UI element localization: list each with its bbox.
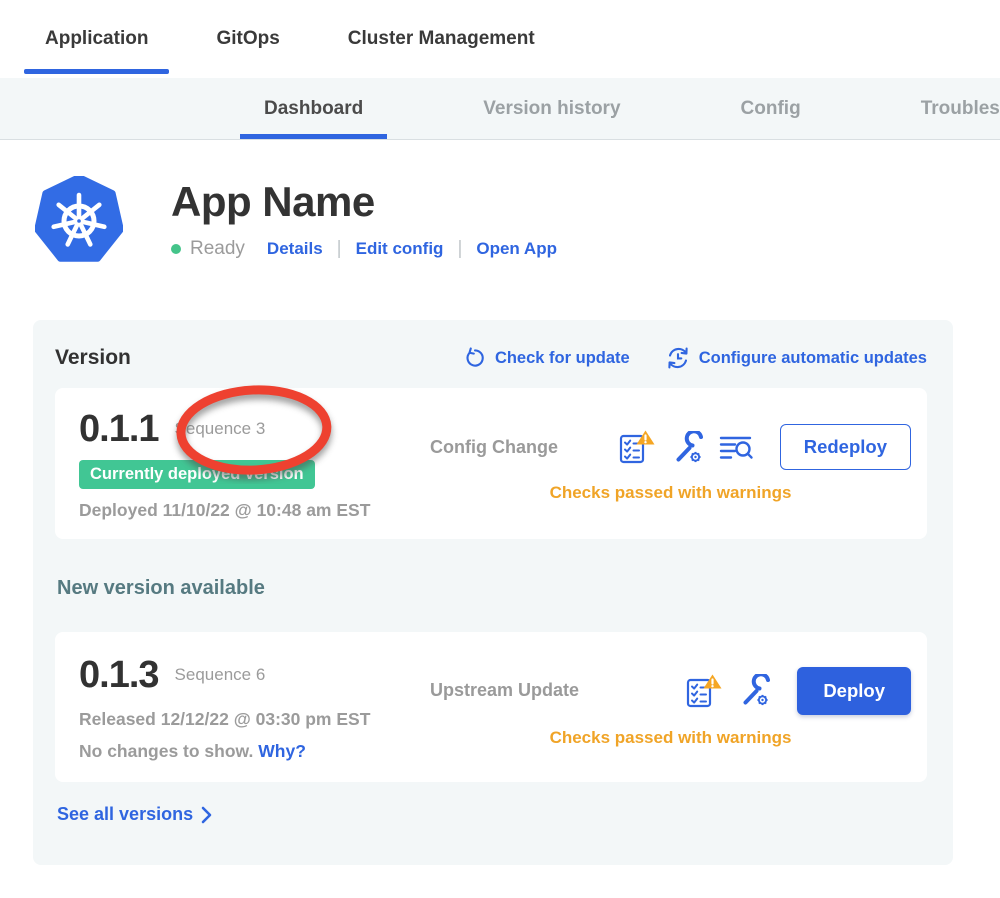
link-separator: |	[457, 238, 462, 260]
version-source-label: Config Change	[430, 437, 558, 458]
released-timestamp: Released 12/12/22 @ 03:30 pm EST	[79, 709, 424, 730]
app-tab-bar: Dashboard Version history Config Trouble…	[0, 78, 1000, 140]
page-title: App Name	[171, 178, 557, 226]
version-panel-title: Version	[55, 346, 131, 370]
deploy-button[interactable]: Deploy	[797, 667, 911, 715]
see-all-versions-label: See all versions	[57, 804, 193, 825]
preflight-status-text: Checks passed with warnings	[430, 483, 911, 503]
redeploy-button[interactable]: Redeploy	[780, 424, 911, 470]
preflight-checklist-warning-icon[interactable]	[618, 429, 656, 465]
link-separator: |	[337, 238, 342, 260]
release-notes-icon[interactable]	[719, 433, 754, 462]
tab-config[interactable]: Config	[717, 78, 825, 139]
available-version-card: 0.1.3 Sequence 6 Released 12/12/22 @ 03:…	[55, 632, 927, 782]
auto-update-icon	[666, 346, 690, 370]
chevron-right-icon	[201, 806, 212, 824]
check-for-update-label: Check for update	[495, 349, 630, 368]
config-wrench-icon[interactable]	[738, 674, 771, 707]
kubernetes-logo-icon	[35, 176, 123, 264]
version-source-label: Upstream Update	[430, 680, 579, 701]
details-link[interactable]: Details	[267, 239, 323, 259]
preflight-checklist-warning-icon[interactable]	[685, 673, 723, 709]
check-for-update-link[interactable]: Check for update	[464, 347, 630, 369]
app-status-text: Ready	[190, 238, 245, 260]
ready-status-dot-icon	[171, 244, 181, 254]
config-wrench-icon[interactable]	[671, 431, 704, 464]
top-tab-cluster-management[interactable]: Cluster Management	[327, 0, 556, 78]
preflight-status-text: Checks passed with warnings	[430, 728, 911, 748]
deployed-timestamp: Deployed 11/10/22 @ 10:48 am EST	[79, 500, 424, 521]
top-tab-gitops[interactable]: GitOps	[195, 0, 300, 78]
available-sequence-label: Sequence 6	[175, 665, 266, 685]
see-all-versions-link[interactable]: See all versions	[57, 804, 927, 825]
configure-automatic-updates-label: Configure automatic updates	[699, 349, 927, 368]
refresh-icon	[464, 347, 486, 369]
tab-troubleshoot[interactable]: Troubleshoot	[897, 78, 1000, 139]
no-changes-text: No changes to show.	[79, 741, 253, 761]
tab-dashboard[interactable]: Dashboard	[240, 78, 387, 139]
current-version-number: 0.1.1	[79, 408, 159, 451]
app-header: App Name Ready Details | Edit config | O…	[0, 140, 1000, 264]
currently-deployed-badge: Currently deployed version	[79, 460, 315, 489]
why-link[interactable]: Why?	[258, 741, 306, 761]
available-version-number: 0.1.3	[79, 654, 159, 697]
current-version-card: 0.1.1 Sequence 3 Currently deployed vers…	[55, 388, 927, 539]
version-panel: Version Check for update Configure autom…	[33, 320, 953, 865]
top-tab-application[interactable]: Application	[24, 0, 169, 78]
open-app-link[interactable]: Open App	[476, 239, 557, 259]
new-version-heading: New version available	[57, 577, 927, 600]
configure-automatic-updates-link[interactable]: Configure automatic updates	[666, 346, 927, 370]
current-sequence-label: Sequence 3	[175, 419, 266, 439]
tab-version-history[interactable]: Version history	[459, 78, 644, 139]
top-navigation: Application GitOps Cluster Management	[0, 0, 1000, 78]
edit-config-link[interactable]: Edit config	[356, 239, 444, 259]
